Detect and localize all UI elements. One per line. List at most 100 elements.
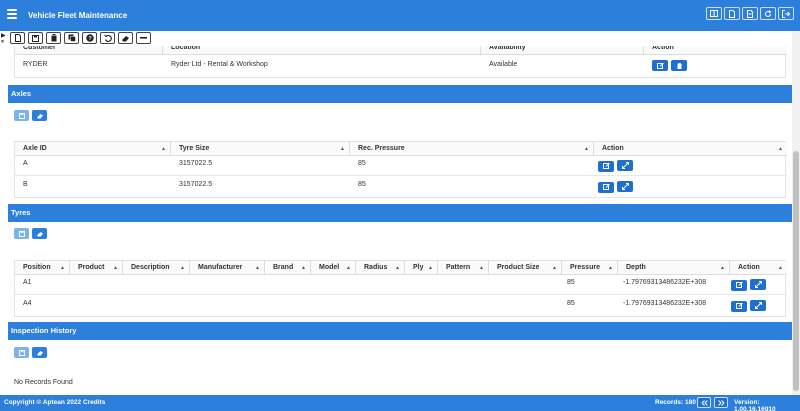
logout-icon [782, 9, 790, 18]
edit-icon [656, 62, 664, 69]
column-header-radius[interactable]: Radius ▲ [356, 261, 405, 275]
expand-icon [754, 302, 762, 309]
column-header-description[interactable]: Description ▲ [123, 261, 190, 275]
cell-customer: RYDER [23, 61, 48, 68]
cell-depth: -1.79769313486232E+308 [623, 300, 707, 307]
refresh-button[interactable] [760, 7, 776, 20]
table-row[interactable]: A4 85 -1.79769313486232E+308 [15, 296, 787, 316]
axles-save-button[interactable] [14, 110, 29, 121]
undo-button[interactable] [100, 32, 115, 44]
record-toolbar: ? [10, 32, 151, 46]
layout-button[interactable] [706, 7, 722, 20]
edit-icon [602, 184, 610, 190]
help-button[interactable]: ? [82, 32, 97, 44]
column-header-model[interactable]: Model ▲ [311, 261, 356, 275]
tyres-save-button[interactable] [14, 228, 29, 239]
column-header-depth[interactable]: Depth ▲ [618, 261, 730, 275]
save-button[interactable] [28, 32, 43, 44]
axles-section-header[interactable]: Axles [8, 85, 792, 103]
column-header-axle-id[interactable]: Axle ID ▲ [15, 142, 171, 156]
sort-icon: ▲ [584, 146, 589, 152]
expand-button[interactable] [750, 300, 766, 311]
sort-icon: ▲ [161, 146, 166, 152]
column-header-pattern[interactable]: Pattern ▲ [438, 261, 489, 275]
save-icon [18, 349, 25, 356]
expand-button[interactable] [750, 279, 766, 290]
eraser-icon [36, 231, 43, 236]
tyres-grid: Position ▲ Product ▲ Description ▲ Manufact… [14, 260, 787, 317]
edit-button[interactable] [652, 60, 668, 71]
new-button[interactable] [10, 32, 25, 44]
column-header[interactable]: Customer [15, 46, 163, 55]
sort-icon: ▲ [778, 146, 783, 152]
cell-tyre-size: 3157022.5 [179, 181, 213, 188]
first-page-icon [700, 399, 708, 406]
table-row[interactable]: B 3157022.5 85 [15, 177, 787, 197]
column-header-manufacturer[interactable]: Manufacturer ▲ [190, 261, 265, 275]
delete-button[interactable] [46, 32, 61, 44]
column-header-brand[interactable]: Brand ▲ [265, 261, 311, 275]
tyres-clear-button[interactable] [32, 228, 47, 239]
column-header-position[interactable]: Position ▲ [15, 261, 70, 275]
inspection-clear-button[interactable] [32, 347, 47, 358]
undo-icon [103, 34, 112, 42]
column-header-tyre-size[interactable]: Tyre Size ▲ [171, 142, 350, 156]
logout-button[interactable] [778, 7, 794, 20]
column-header-rec-pressure[interactable]: Rec. Pressure ▲ [350, 142, 594, 156]
copy-button[interactable] [64, 32, 79, 44]
eraser-icon [36, 350, 43, 355]
edit-button[interactable] [598, 181, 614, 193]
column-header-ply[interactable]: Ply ▲ [405, 261, 438, 275]
edit-button[interactable] [731, 300, 747, 312]
last-page-button[interactable] [714, 397, 728, 408]
column-header-action[interactable]: Action ▲ [594, 142, 787, 156]
cell-position: A4 [23, 300, 32, 307]
cell-axle-id: A [23, 160, 28, 167]
tyres-grid-header: Position ▲ Product ▲ Description ▲ Manufact… [15, 261, 787, 275]
left-strip [0, 31, 8, 411]
expand-icon [754, 281, 762, 288]
axles-clear-button[interactable] [32, 110, 47, 121]
inspection-save-button[interactable] [14, 347, 29, 358]
eraser-icon [36, 113, 43, 118]
column-header-product-size[interactable]: Product Size ▲ [489, 261, 562, 275]
save-icon [18, 230, 25, 237]
cell-action [644, 55, 787, 75]
cell-position: A1 [23, 279, 32, 286]
sort-icon: ▲ [479, 265, 484, 271]
customer-grid-header: Customer Location Availability Action [15, 46, 787, 55]
collapse-button[interactable] [136, 32, 151, 44]
column-header[interactable]: Location [163, 46, 481, 55]
table-row[interactable]: A1 85 -1.79769313486232E+308 [15, 275, 787, 295]
delete-button[interactable] [671, 60, 687, 71]
table-row[interactable]: RYDER Ryder Ltd - Rental & Workshop Avai… [15, 55, 787, 77]
scrollbar-thumb[interactable] [793, 151, 799, 391]
sort-icon: ▲ [608, 265, 613, 271]
version-text: Version: 1.00.16.16910 [734, 399, 776, 411]
column-header-pressure[interactable]: Pressure ▲ [562, 261, 618, 275]
sidebar-toggle-icon[interactable]: ▶ ⏸ [1, 33, 6, 45]
edit-button[interactable] [598, 160, 614, 172]
tyres-section-header[interactable]: Tyres [8, 204, 792, 222]
cell-action [594, 156, 787, 176]
delete-icon [51, 34, 56, 42]
vertical-scrollbar[interactable] [792, 31, 800, 395]
report-button[interactable] [742, 7, 758, 20]
expand-button[interactable] [617, 160, 633, 171]
inspection-section-header[interactable]: Inspection History [8, 322, 792, 340]
column-header[interactable]: Action [644, 46, 787, 55]
first-page-button[interactable] [697, 397, 711, 408]
document-button[interactable] [724, 7, 740, 20]
hamburger-menu-icon[interactable] [7, 9, 17, 19]
table-row[interactable]: A 3157022.5 85 [15, 156, 787, 176]
edit-button[interactable] [731, 279, 747, 291]
sort-icon: ▲ [113, 265, 118, 271]
column-header-product[interactable]: Product ▲ [70, 261, 123, 275]
column-header-action[interactable]: Action ▲ [730, 261, 787, 275]
column-header[interactable]: Availability [481, 46, 644, 55]
cell-rec-pressure: 85 [358, 160, 366, 167]
records-count: Records: 180 [655, 399, 696, 406]
clear-button[interactable] [118, 32, 133, 44]
expand-button[interactable] [617, 181, 633, 192]
cell-pressure: 85 [567, 300, 575, 307]
